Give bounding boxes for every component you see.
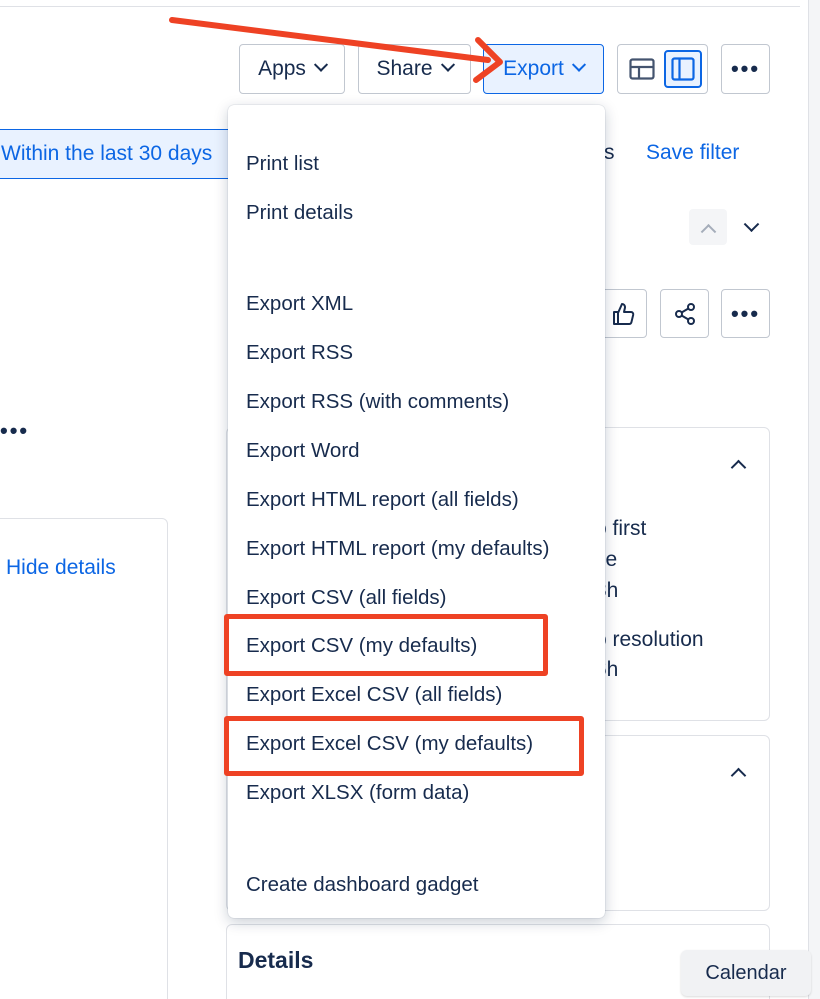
arrow-annotation — [169, 17, 503, 83]
